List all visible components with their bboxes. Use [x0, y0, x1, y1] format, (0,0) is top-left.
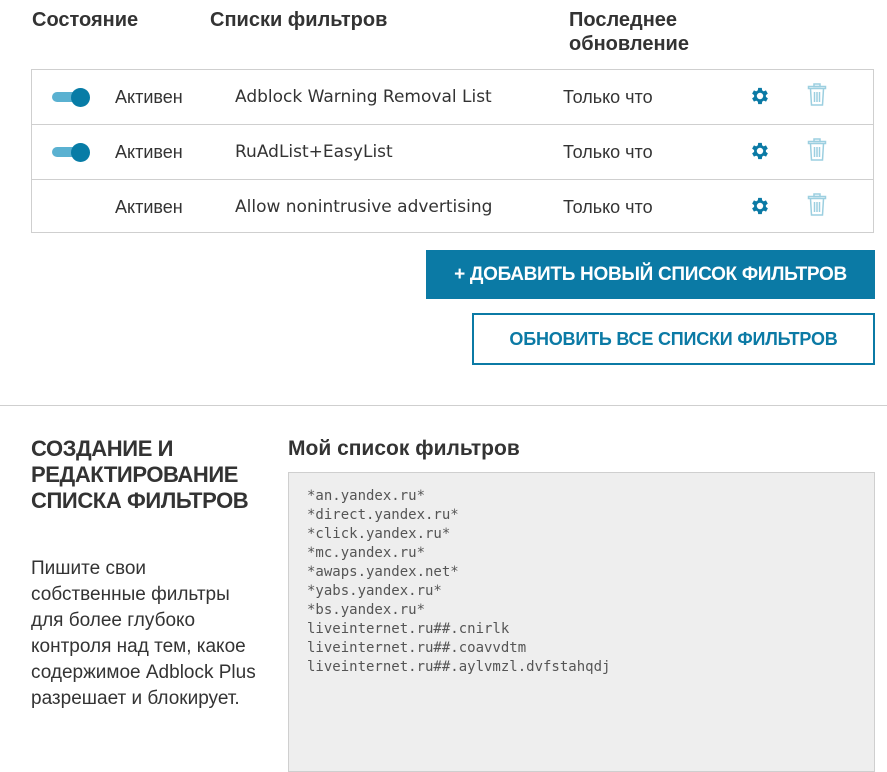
- gear-icon[interactable]: [749, 195, 771, 217]
- my-filter-list-label: Мой список фильтров: [288, 437, 520, 460]
- toggle-switch-icon[interactable]: [52, 88, 90, 107]
- trash-icon[interactable]: [807, 138, 827, 162]
- trash-icon[interactable]: [807, 83, 827, 107]
- gear-icon[interactable]: [749, 85, 771, 107]
- row-last-updated: Только что: [563, 87, 653, 107]
- table-row: Активен Allow nonintrusive advertising Т…: [32, 179, 873, 235]
- row-state: Активен: [115, 87, 183, 107]
- section-title: СОЗДАНИЕ И РЕДАКТИРОВАНИЕ СПИСКА ФИЛЬТРО…: [31, 436, 249, 513]
- row-state: Активен: [115, 197, 183, 217]
- row-list-name: Adblock Warning Removal List: [235, 87, 492, 107]
- column-header-filter-lists: Списки фильтров: [210, 9, 388, 31]
- column-header-status: Состояние: [32, 9, 139, 31]
- row-last-updated: Только что: [563, 142, 653, 162]
- filter-lists-table: Активен Adblock Warning Removal List Тол…: [31, 69, 874, 233]
- row-last-updated: Только что: [563, 197, 653, 217]
- add-filter-list-button[interactable]: + ДОБАВИТЬ НОВЫЙ СПИСОК ФИЛЬТРОВ: [426, 250, 875, 299]
- column-header-last-updated: Последнее обновление: [569, 9, 689, 55]
- section-description: Пишите свои собственные фильтры для боле…: [31, 558, 256, 709]
- toggle-knob: [71, 88, 90, 107]
- update-all-filter-lists-button[interactable]: ОБНОВИТЬ ВСЕ СПИСКИ ФИЛЬТРОВ: [472, 313, 875, 365]
- gear-icon[interactable]: [749, 140, 771, 162]
- row-list-name: Allow nonintrusive advertising: [235, 197, 493, 217]
- table-row: Активен Adblock Warning Removal List Тол…: [32, 70, 873, 124]
- trash-icon[interactable]: [807, 193, 827, 217]
- row-state: Активен: [115, 142, 183, 162]
- row-list-name: RuAdList+EasyList: [235, 142, 393, 162]
- toggle-switch-icon[interactable]: [52, 143, 90, 162]
- section-divider: [0, 405, 887, 406]
- my-filter-list-editor[interactable]: *an.yandex.ru* *direct.yandex.ru* *click…: [288, 472, 875, 772]
- table-row: Активен RuAdList+EasyList Только что: [32, 124, 873, 180]
- toggle-knob: [71, 143, 90, 162]
